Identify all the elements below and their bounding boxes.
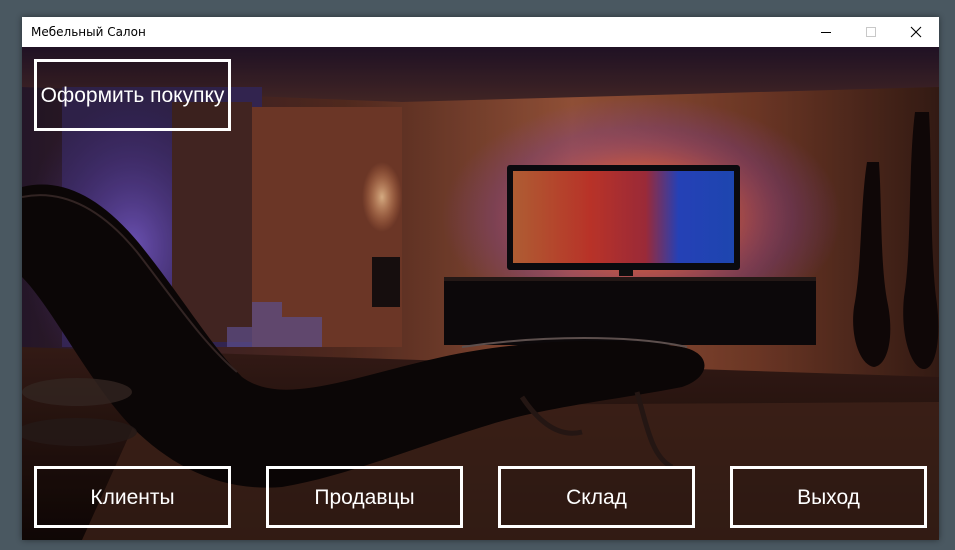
close-button[interactable] <box>893 17 939 47</box>
title-bar[interactable]: Мебельный Салон <box>22 17 939 47</box>
maximize-icon <box>866 27 876 37</box>
clients-button[interactable]: Клиенты <box>34 466 231 528</box>
main-content: Оформить покупку Клиенты Продавцы Склад … <box>22 47 939 540</box>
exit-button[interactable]: Выход <box>730 466 927 528</box>
minimize-button[interactable] <box>803 17 849 47</box>
stock-button[interactable]: Склад <box>498 466 695 528</box>
make-purchase-button[interactable]: Оформить покупку <box>34 59 231 131</box>
maximize-button[interactable] <box>848 17 894 47</box>
window-title: Мебельный Салон <box>31 25 146 39</box>
minimize-icon <box>821 32 831 33</box>
app-window: Мебельный Салон Оформить покупку Клиенты… <box>22 17 939 540</box>
sellers-button[interactable]: Продавцы <box>266 466 463 528</box>
close-icon <box>910 26 922 38</box>
